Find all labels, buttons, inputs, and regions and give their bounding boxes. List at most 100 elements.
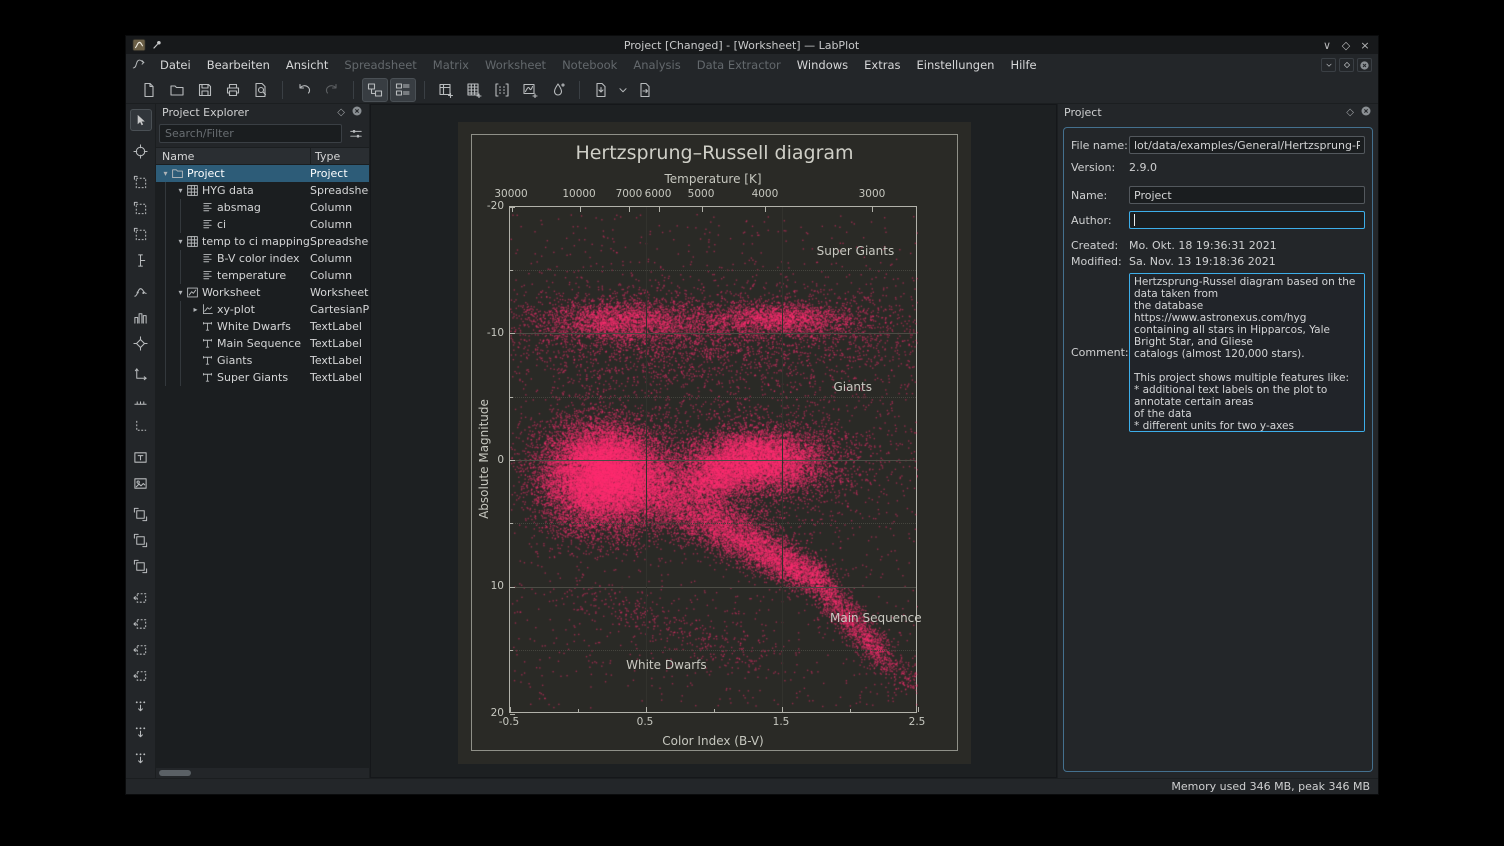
scrollbar-thumb[interactable] [159, 770, 191, 776]
crosshair-mode-button[interactable] [130, 140, 152, 162]
pin-icon[interactable] [151, 39, 163, 51]
tree-item-type: Column [310, 218, 369, 231]
new-project-button[interactable] [136, 78, 162, 102]
cursor-mode-button[interactable] [130, 249, 152, 271]
tree-header[interactable]: Name Type [156, 147, 369, 165]
plot-annotation-main-sequence[interactable]: Main Sequence [830, 611, 922, 625]
tree-item-white-dwarfs[interactable]: White DwarfsTextLabel [156, 318, 369, 335]
export-button[interactable] [632, 78, 658, 102]
new-worksheet-button[interactable] [517, 78, 543, 102]
add-xy-curve-button[interactable] [130, 280, 152, 302]
print-preview-button[interactable] [248, 78, 274, 102]
name-input[interactable] [1129, 186, 1365, 204]
toggle-project-explorer-button[interactable] [362, 78, 388, 102]
add-image-button[interactable] [130, 472, 152, 494]
mdi-restore-button[interactable] [1321, 58, 1336, 72]
tree-item-temp-to-ci-mapping[interactable]: ▾temp to ci mappingSpreadsheet [156, 233, 369, 250]
import-button[interactable] [588, 78, 614, 102]
select-mode-button[interactable] [130, 109, 152, 131]
import-menu-button[interactable] [616, 78, 630, 102]
horizontal-scrollbar[interactable] [156, 767, 369, 778]
titlebar[interactable]: Project [Changed] - [Worksheet] — LabPlo… [126, 36, 1378, 54]
tree-item-super-giants[interactable]: Super GiantsTextLabel [156, 369, 369, 386]
float-dock-icon[interactable]: ◇ [337, 107, 345, 118]
version-row: Version: 2.9.0 [1071, 160, 1365, 174]
plot-annotation-white-dwarfs[interactable]: White Dwarfs [626, 658, 707, 672]
search-input[interactable] [159, 124, 342, 143]
plot-area[interactable]: Super GiantsGiantsMain SequenceWhite Dwa… [509, 206, 917, 713]
new-workbook-button[interactable] [433, 78, 459, 102]
menu-bearbeiten[interactable]: Bearbeiten [199, 55, 278, 75]
filter-options-icon[interactable] [345, 124, 366, 143]
expander-down-icon[interactable]: ▾ [175, 288, 186, 297]
shift-down-y-button[interactable] [130, 664, 152, 686]
zoom-select-mode-button[interactable] [130, 171, 152, 193]
expander-down-icon[interactable]: ▾ [160, 169, 171, 178]
add-axis-bottom-button[interactable] [130, 389, 152, 411]
tree-item-absmag[interactable]: absmagColumn [156, 199, 369, 216]
menu-ansicht[interactable]: Ansicht [278, 55, 336, 75]
add-data-picker-button[interactable] [130, 332, 152, 354]
curve-icon [133, 284, 148, 299]
auto-scale-y-button[interactable] [130, 747, 152, 769]
undo-button[interactable] [291, 78, 317, 102]
save-project-button[interactable] [192, 78, 218, 102]
column-header-type[interactable]: Type [310, 148, 369, 164]
comment-textarea[interactable]: Hertzsprung-Russel diagram based on the … [1129, 273, 1365, 432]
plot-annotation-giants[interactable]: Giants [833, 380, 872, 394]
color-maps-button[interactable] [545, 78, 571, 102]
close-button[interactable]: × [1358, 39, 1372, 52]
float-dock-icon[interactable]: ◇ [1346, 107, 1354, 118]
close-dock-icon[interactable] [351, 105, 363, 120]
tree-item-b-v-color-index[interactable]: B-V color indexColumn [156, 250, 369, 267]
add-axis-left-button[interactable] [130, 363, 152, 385]
toggle-properties-explorer-button[interactable] [390, 78, 416, 102]
worksheet-paper[interactable]: Hertzsprung–Russell diagram Temperature … [458, 122, 971, 764]
tree-item-ci[interactable]: ciColumn [156, 216, 369, 233]
column-header-name[interactable]: Name [156, 150, 310, 163]
print-button[interactable] [220, 78, 246, 102]
zoom-x-select-mode-button[interactable] [130, 197, 152, 219]
expander-right-icon[interactable]: ▸ [190, 305, 201, 314]
shift-right-x-button[interactable] [130, 612, 152, 634]
minimize-button[interactable]: ∨ [1320, 39, 1334, 52]
auto-scale-x-button[interactable] [130, 721, 152, 743]
shift-up-y-button[interactable] [130, 638, 152, 660]
zoom-in-region-button[interactable] [130, 503, 152, 525]
plot-annotation-super-giants[interactable]: Super Giants [817, 244, 895, 258]
shift-left-x-button[interactable] [130, 586, 152, 608]
tree-item-main-sequence[interactable]: Main SequenceTextLabel [156, 335, 369, 352]
tree-item-xy-plot[interactable]: ▸xy-plotCartesianPlot [156, 301, 369, 318]
menu-extras[interactable]: Extras [856, 55, 908, 75]
expander-down-icon[interactable]: ▾ [175, 186, 186, 195]
add-axis-custom-button[interactable] [130, 415, 152, 437]
expander-down-icon[interactable]: ▾ [175, 237, 186, 246]
menu-einstellungen[interactable]: Einstellungen [909, 55, 1003, 75]
zoom-out-region-button[interactable] [130, 529, 152, 551]
menu-hilfe[interactable]: Hilfe [1002, 55, 1044, 75]
close-dock-icon[interactable] [1360, 105, 1372, 120]
mdi-close-button[interactable] [1357, 58, 1372, 72]
zoom-y-select-mode-button[interactable] [130, 223, 152, 245]
zoom-fit-button[interactable] [130, 555, 152, 577]
open-project-button[interactable] [164, 78, 190, 102]
tree-item-type: TextLabel [310, 371, 369, 384]
menu-datei[interactable]: Datei [152, 55, 199, 75]
add-histogram-button[interactable] [130, 306, 152, 328]
tree-item-giants[interactable]: GiantsTextLabel [156, 352, 369, 369]
author-input[interactable] [1129, 211, 1365, 229]
tree-item-project[interactable]: ▾ProjectProject [156, 165, 369, 182]
mdi-maximize-button[interactable] [1339, 58, 1354, 72]
add-text-label-button[interactable] [130, 446, 152, 468]
new-spreadsheet-button[interactable] [461, 78, 487, 102]
tree-item-temperature[interactable]: temperatureColumn [156, 267, 369, 284]
menu-windows[interactable]: Windows [789, 55, 856, 75]
menu-data-extractor: Data Extractor [689, 55, 789, 75]
auto-scale-all-button[interactable] [130, 695, 152, 717]
menu-notebook: Notebook [554, 55, 625, 75]
tree-item-worksheet[interactable]: ▾WorksheetWorksheet [156, 284, 369, 301]
new-matrix-button[interactable] [489, 78, 515, 102]
tree-item-hyg-data[interactable]: ▾HYG dataSpreadsheet [156, 182, 369, 199]
file-name-input[interactable] [1129, 136, 1365, 154]
maximize-button[interactable]: ◇ [1339, 39, 1353, 52]
